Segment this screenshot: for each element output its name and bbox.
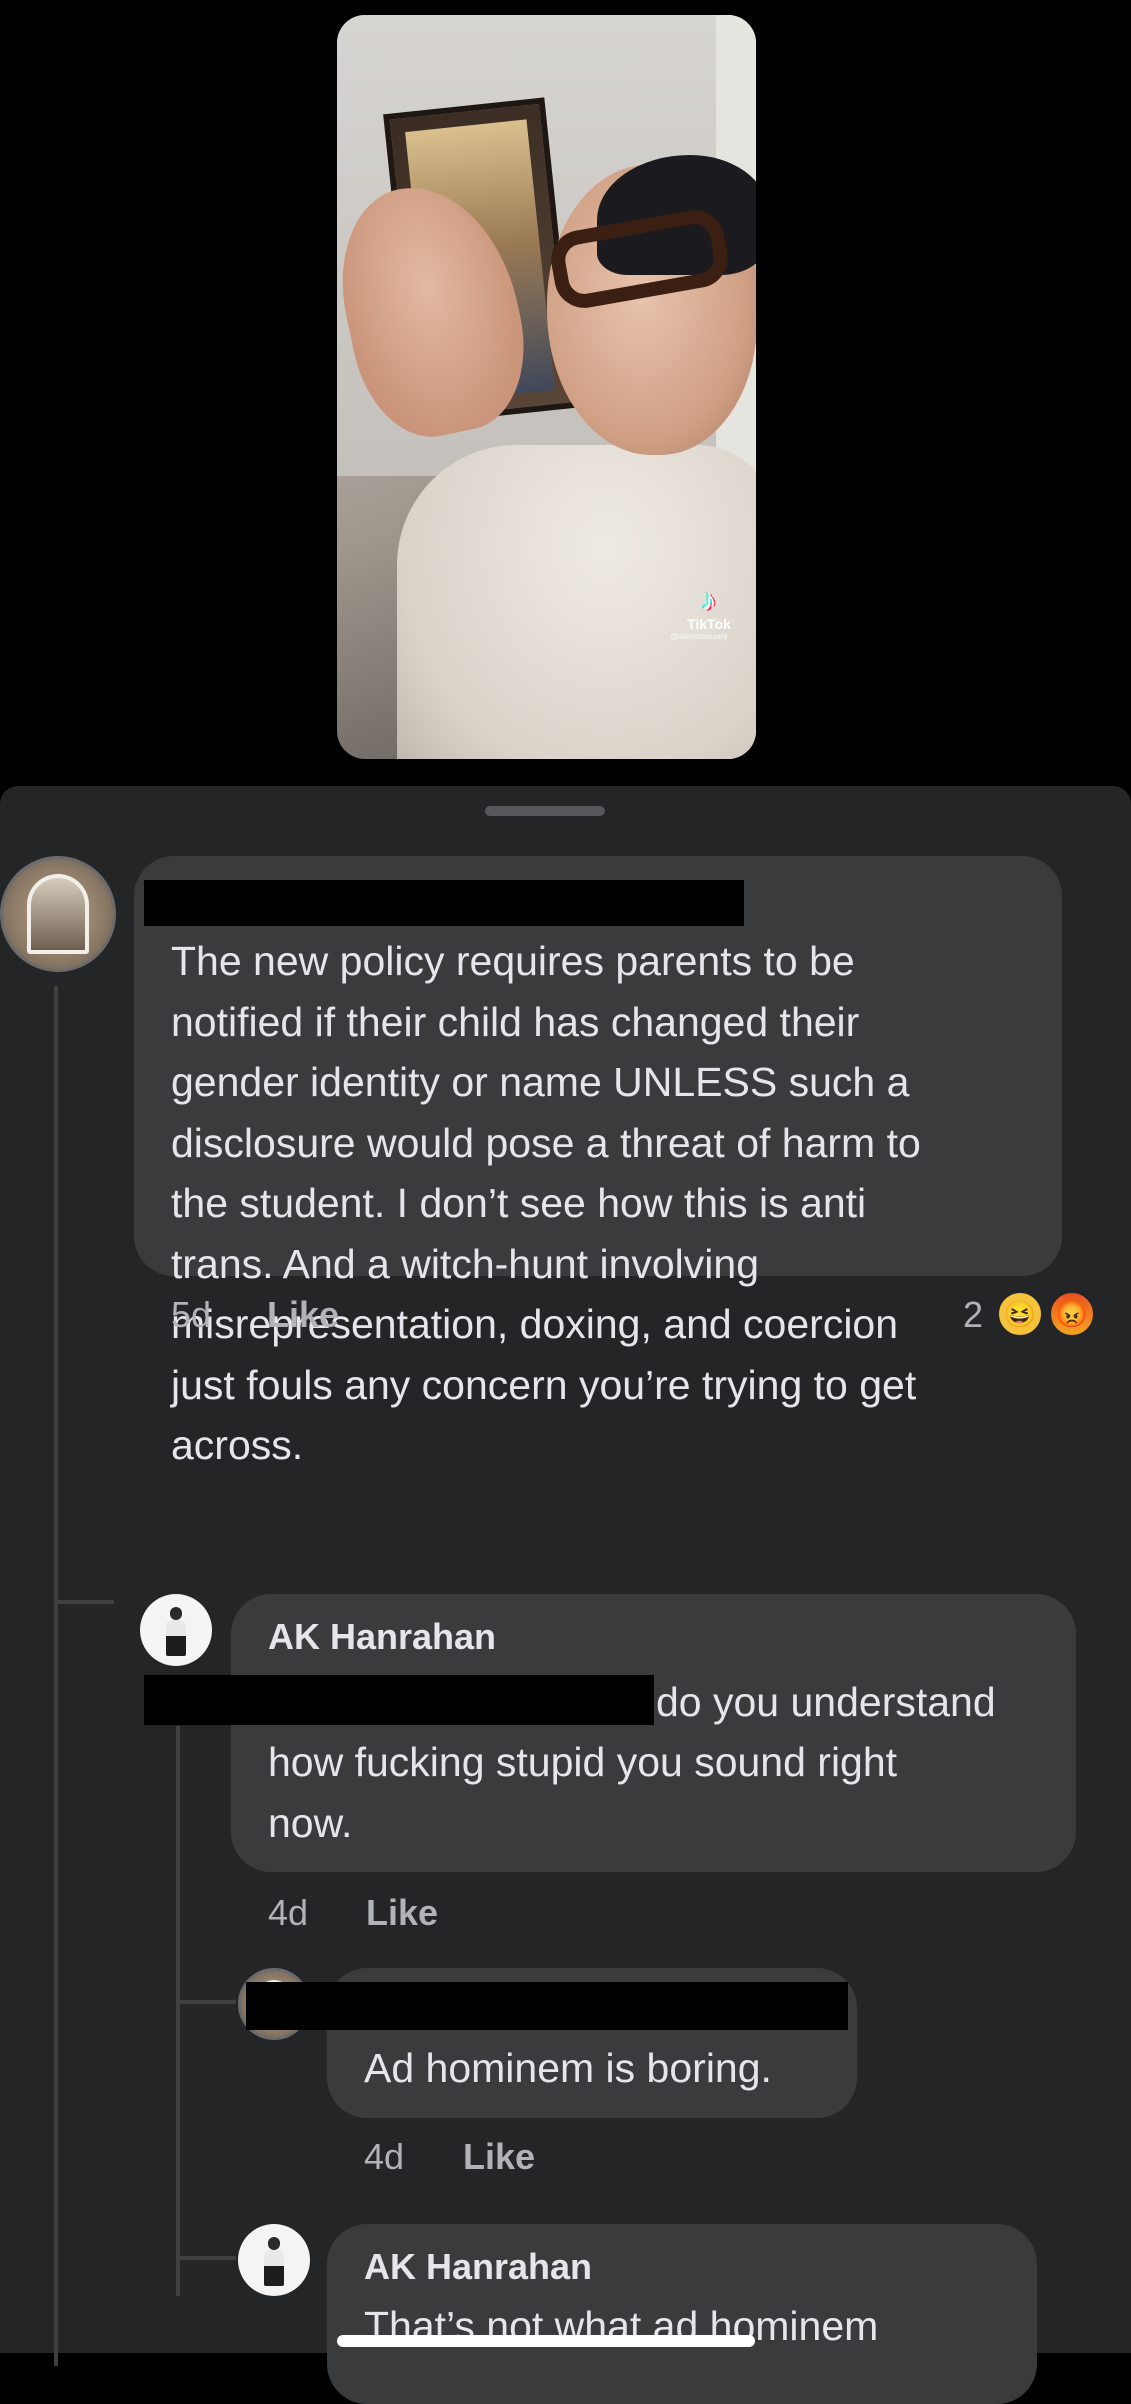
haha-reaction-icon: 😆 (996, 1290, 1044, 1338)
tiktok-handle: @akneccessary (670, 632, 728, 641)
comment-text-2-line1: do you understand (656, 1679, 996, 1725)
like-button-2[interactable]: Like (366, 1892, 438, 1934)
comment-author-2[interactable]: AK Hanrahan (268, 1616, 496, 1658)
redacted-mention (144, 1675, 654, 1725)
comment-text-1: The new policy requires parents to be no… (171, 938, 921, 1468)
like-button-3[interactable]: Like (463, 2136, 535, 2178)
video-thumbnail[interactable]: ♪ TikTok @akneccessary (337, 15, 756, 759)
thread-line-reply (176, 1726, 180, 2296)
ak-hanrahan-avatar[interactable] (140, 1594, 212, 1666)
comments-sheet: The new policy requires parents to be no… (0, 786, 1131, 2404)
thread-connector-3 (176, 2256, 236, 2260)
angry-reaction-icon: 😡 (1048, 1290, 1096, 1338)
comment-author-4[interactable]: AK Hanrahan (364, 2246, 592, 2288)
ak-hanrahan-avatar-2[interactable] (238, 2224, 310, 2296)
thread-connector-1 (54, 1600, 114, 1604)
sheet-grabber-handle[interactable] (485, 806, 605, 816)
thread-line-main (54, 986, 58, 2366)
comment-time-2: 4d (268, 1892, 309, 1933)
comment-text-4: That’s not what ad hominem (364, 2303, 879, 2349)
home-indicator[interactable] (337, 2335, 755, 2347)
commenter-avatar[interactable] (0, 856, 116, 972)
tiktok-brand-label: TikTok (687, 616, 731, 632)
comment-text-2-rest: how fucking stupid you sound right now. (268, 1739, 898, 1846)
tiktok-watermark: ♪ TikTok @akneccessary (670, 584, 744, 642)
redacted-author-name-2 (246, 1982, 848, 2030)
comment-time-1: 5d (171, 1294, 212, 1335)
tiktok-logo-icon: ♪ (701, 584, 717, 617)
comment-time-3: 4d (364, 2136, 405, 2177)
like-button-1[interactable]: Like (267, 1294, 339, 1336)
redacted-author-name (144, 880, 744, 926)
reaction-count-1[interactable]: 2 (963, 1294, 983, 1336)
comment-text-3: Ad hominem is boring. (364, 2045, 772, 2091)
thread-connector-2 (176, 2000, 236, 2004)
